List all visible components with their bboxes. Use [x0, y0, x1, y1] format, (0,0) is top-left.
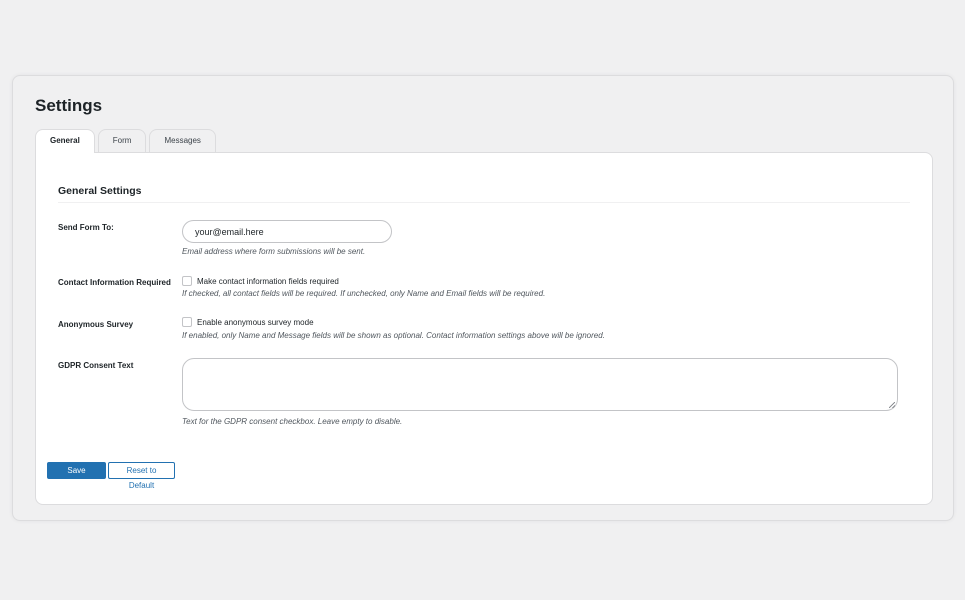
settings-panel: General Settings Send Form To: Email add… [35, 152, 933, 505]
contact-required-checkbox[interactable] [182, 276, 192, 286]
tab-general[interactable]: General [35, 129, 95, 153]
reset-default-button[interactable]: Reset to Default [108, 462, 175, 490]
anonymous-survey-checkbox-label[interactable]: Enable anonymous survey mode [197, 318, 314, 327]
tab-messages[interactable]: Messages [149, 129, 216, 152]
tab-bar: General Form Messages [35, 129, 219, 153]
contact-required-checkbox-label[interactable]: Make contact information fields required [197, 277, 339, 286]
gdpr-consent-label: GDPR Consent Text [58, 361, 134, 370]
contact-required-row: Make contact information fields required [182, 276, 339, 286]
contact-required-label: Contact Information Required [58, 278, 171, 287]
gdpr-consent-description: Text for the GDPR consent checkbox. Leav… [182, 417, 403, 426]
anonymous-survey-description: If enabled, only Name and Message fields… [182, 331, 605, 340]
page-title: Settings [35, 96, 103, 115]
anonymous-survey-label: Anonymous Survey [58, 320, 134, 329]
send-form-to-input[interactable] [182, 220, 392, 243]
contact-required-description: If checked, all contact fields will be r… [182, 289, 546, 298]
anonymous-survey-row: Enable anonymous survey mode [182, 317, 314, 327]
settings-wrapper: Settings General Form Messages General S… [12, 75, 954, 521]
section-divider [58, 202, 910, 203]
resize-handle-icon[interactable] [889, 402, 895, 408]
gdpr-consent-textarea[interactable] [182, 358, 898, 411]
send-form-to-label: Send Form To: [58, 223, 114, 232]
send-form-to-description: Email address where form submissions wil… [182, 247, 366, 256]
tab-form[interactable]: Form [97, 129, 147, 152]
section-title: General Settings [58, 185, 142, 197]
anonymous-survey-checkbox[interactable] [182, 317, 192, 327]
save-settings-button[interactable]: Save Settings [47, 462, 106, 490]
